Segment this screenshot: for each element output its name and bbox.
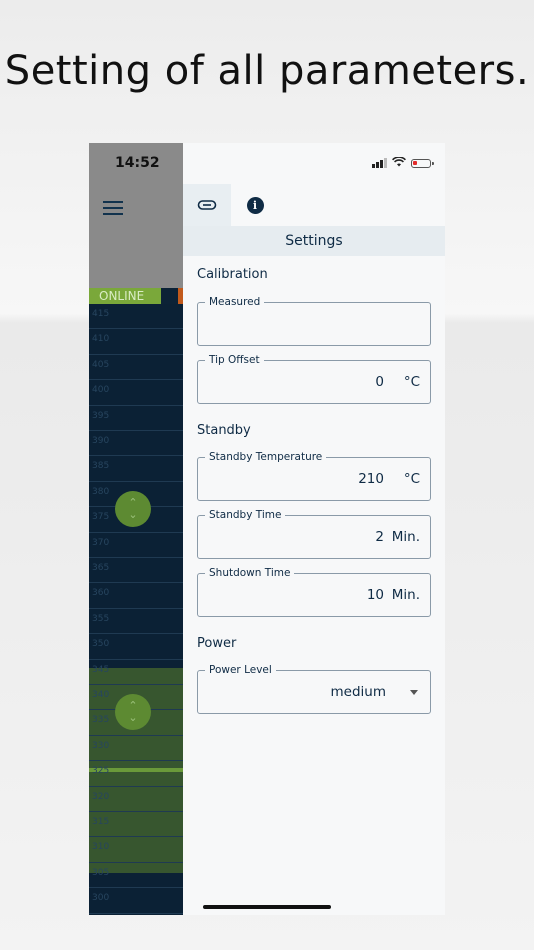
background-app-header: 14:52 <box>89 143 183 288</box>
temperature-scale: 415 410 405 400 395 390 385 380 375 370 365 360 355 3… <box>89 304 183 915</box>
status-icons <box>372 156 434 169</box>
wifi-icon <box>392 156 406 169</box>
scale-tick: 310 <box>89 837 183 863</box>
scale-tick: 415 <box>89 304 183 330</box>
settings-title: Settings <box>183 226 445 256</box>
cellular-signal-icon <box>372 158 387 168</box>
power-level-label: Power Level <box>205 663 276 677</box>
link-icon <box>197 196 217 215</box>
scale-tick: 400 <box>89 380 183 406</box>
page-headline: Setting of all parameters. <box>4 48 530 94</box>
settings-drawer: i Settings Calibration Measured Tip Offs… <box>183 143 445 915</box>
measured-label: Measured <box>205 295 265 309</box>
scale-tick: 365 <box>89 558 183 584</box>
shutdown-time-value: 10 <box>366 587 384 603</box>
scale-tick: 345 <box>89 660 183 685</box>
scale-tick: 385 <box>89 456 183 482</box>
section-power: Power <box>197 636 237 651</box>
standby-temperature-unit: °C <box>403 471 420 487</box>
home-indicator[interactable] <box>203 905 331 909</box>
battery-low-icon <box>411 158 434 168</box>
standby-temperature-field[interactable]: Standby Temperature 210 °C <box>197 450 431 501</box>
dropdown-caret-icon <box>410 690 418 695</box>
tip-offset-label: Tip Offset <box>205 353 264 367</box>
standby-time-label: Standby Time <box>205 508 286 522</box>
standby-temperature-value: 210 <box>358 471 384 487</box>
standby-time-unit: Min. <box>391 529 420 545</box>
lower-drag-handle[interactable]: ⌃ ⌄ <box>115 694 151 730</box>
scale-tick: 305 <box>89 863 183 889</box>
scale-tick: 405 <box>89 355 183 381</box>
scale-tick: 395 <box>89 406 183 431</box>
power-level-select[interactable]: Power Level medium <box>197 663 431 714</box>
tip-offset-unit: °C <box>403 374 420 390</box>
shutdown-time-unit: Min. <box>391 587 420 603</box>
scale-tick: 315 <box>89 812 183 838</box>
standby-time-field[interactable]: Standby Time 2 Min. <box>197 508 431 559</box>
scale-tick: 410 <box>89 329 183 355</box>
info-icon: i <box>246 196 264 214</box>
phone-screen: 14:52 ONLINE 415 410 405 400 395 390 385 380 375… <box>89 143 445 915</box>
tip-offset-value: 0 <box>375 374 384 390</box>
scale-tick: 370 <box>89 533 183 558</box>
measured-field[interactable]: Measured <box>197 295 431 346</box>
scale-tick: 350 <box>89 634 183 660</box>
drawer-tabs: i <box>183 184 445 226</box>
scale-tick: 320 <box>89 787 183 812</box>
tab-info[interactable]: i <box>231 184 279 226</box>
upper-drag-handle[interactable]: ⌃ ⌄ <box>115 491 151 527</box>
section-standby: Standby <box>197 423 251 438</box>
status-badge: ONLINE <box>89 288 161 304</box>
standby-time-value: 2 <box>375 529 384 545</box>
section-calibration: Calibration <box>197 267 268 282</box>
scale-tick: 300 <box>89 888 183 914</box>
scale-tick: 330 <box>89 736 183 762</box>
status-time: 14:52 <box>115 155 160 171</box>
scale-tick: 355 <box>89 609 183 635</box>
power-level-value: medium <box>330 684 386 700</box>
shutdown-time-label: Shutdown Time <box>205 566 295 580</box>
tip-offset-field[interactable]: Tip Offset 0 °C <box>197 353 431 404</box>
scale-tick: 390 <box>89 431 183 457</box>
scale-tick: 325 <box>89 761 183 787</box>
hamburger-menu-icon[interactable] <box>103 201 123 217</box>
standby-temperature-label: Standby Temperature <box>205 450 327 464</box>
shutdown-time-field[interactable]: Shutdown Time 10 Min. <box>197 566 431 617</box>
tab-connection[interactable] <box>183 184 231 226</box>
scale-tick: 360 <box>89 583 183 609</box>
